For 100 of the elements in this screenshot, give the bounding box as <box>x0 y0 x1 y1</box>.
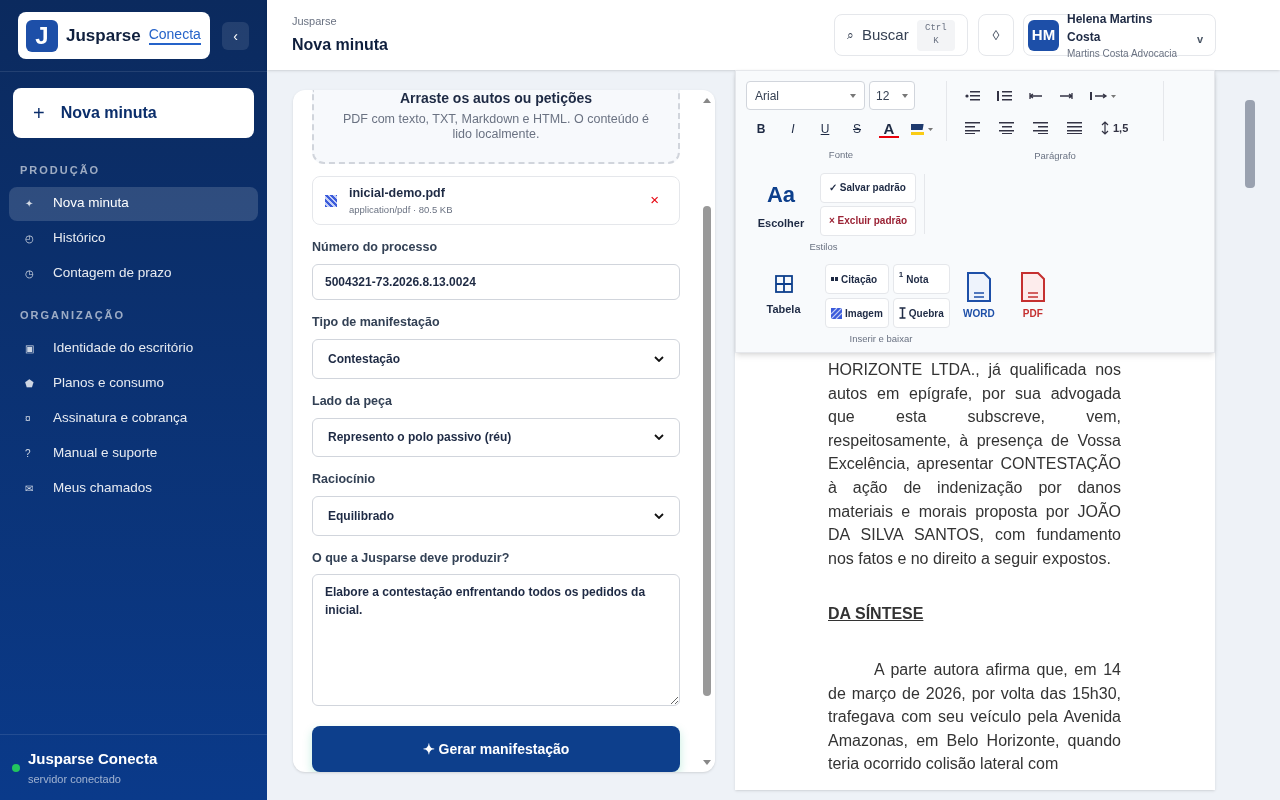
page-title: Nova minuta <box>292 35 389 56</box>
chevron-icon <box>654 355 664 362</box>
file-icon <box>325 194 337 207</box>
delete-default-button[interactable]: × Excluir padrão <box>820 205 917 236</box>
insert-button[interactable]: 1 Nota <box>892 264 950 294</box>
collapse-button[interactable]: ‹ <box>222 21 249 50</box>
file-meta: application/pdf · 80.5 KB <box>349 202 454 217</box>
indent-icon <box>1059 90 1073 101</box>
nav-icon: ¤ <box>25 410 37 426</box>
scrollbar-thumb[interactable] <box>703 206 711 696</box>
export-button[interactable]: WORD <box>953 271 1004 321</box>
caret-icon: v <box>1196 30 1203 48</box>
status-title: Jusparse Conecta <box>28 749 158 769</box>
group-label: Fonte <box>827 148 855 162</box>
format-button[interactable]: A <box>879 120 899 138</box>
brand-suffix: Conecta <box>148 25 201 46</box>
insert-button[interactable]: Citação <box>825 264 889 294</box>
group-label: Estilos <box>808 239 839 254</box>
theme-button[interactable]: ◊ <box>978 14 1014 56</box>
caret-icon <box>850 93 856 98</box>
group-label: Inserir e baixar <box>848 332 914 346</box>
drop-zone-title: Arraste os autos ou petições <box>399 90 593 108</box>
format-button[interactable]: I <box>783 120 803 138</box>
nav-item[interactable]: ✉ Meus chamados <box>9 471 258 505</box>
nav-icon: ? <box>25 445 37 461</box>
document-icon <box>1019 271 1046 302</box>
nav-item[interactable]: ◴ Histórico <box>9 221 258 256</box>
save-default-button[interactable]: ✓ Salvar padrão <box>820 172 917 203</box>
plus-icon: + <box>33 99 45 127</box>
insert-button[interactable]: Imagem <box>825 298 889 328</box>
section-heading: ORGANIZAÇÃO <box>19 307 127 323</box>
remove-file-button[interactable]: × <box>650 189 659 212</box>
format-button[interactable]: U <box>815 120 835 138</box>
nav-icon: ◴ <box>25 231 37 246</box>
choose-style-button[interactable]: Aa Escolher <box>746 177 816 231</box>
outdent-icon <box>1029 90 1043 101</box>
insert-button[interactable]: Quebra <box>892 298 950 328</box>
prompt-textarea[interactable]: Elabore a contestação enfrentando todos os pedidos da inicial. <box>312 574 680 707</box>
scroll-up-icon[interactable] <box>703 98 711 103</box>
image-icon <box>831 307 842 319</box>
line-spacing-button[interactable]: 1,5 <box>1101 120 1129 137</box>
select-field[interactable]: Represento o polo passivo (réu) <box>312 417 680 458</box>
document-paragraph: HORIZONTE LTDA., já qualificada nos autos em epígrafe, por sua advogada que esta subscreve, vem, respeitosamente, à presença de Vossa Excelência, apresentar CONTESTAÇÃO à ação de indenização por danos materiais e morais proposta por JOÃO DA SILVA SANTOS, com fundamento nos fatos e no direito a seguir expostos. <box>828 360 1121 569</box>
new-draft-button[interactable]: + Nova minuta <box>13 88 254 138</box>
document-icon <box>965 271 992 302</box>
format-button[interactable]: B <box>751 120 771 138</box>
superscript-marker: 1 <box>898 269 904 281</box>
chevron-icon <box>654 434 664 441</box>
search-icon: ⌕ <box>847 27 854 43</box>
highlight-icon <box>911 122 933 136</box>
search-button[interactable]: ⌕ Buscar Ctrl K <box>834 14 968 56</box>
nav-item[interactable]: ✦ Nova minuta <box>9 186 258 221</box>
nav-icon: ✦ <box>25 196 37 211</box>
user-avatar: HM <box>1028 19 1059 51</box>
page-scrollbar[interactable] <box>1245 100 1255 188</box>
numbered-list-icon <box>997 89 1013 102</box>
nav-icon: ✉ <box>25 480 37 496</box>
select-field[interactable]: Contestação <box>312 339 680 379</box>
format-button[interactable]: S <box>847 120 867 138</box>
align-right-icon <box>1033 122 1049 135</box>
field-label: Raciocínio <box>312 471 377 489</box>
section-heading: DA SÍNTESE <box>828 603 925 625</box>
bullet-list-icon <box>965 89 981 102</box>
drop-zone-hint: PDF com texto, TXT, Markdown e HTML. O conteúdo é lido localmente. <box>341 111 651 143</box>
group-label: Parágrafo <box>1033 148 1077 163</box>
field-label: Lado da peça <box>312 392 393 410</box>
section-heading: PRODUÇÃO <box>19 163 102 178</box>
export-button[interactable]: PDF <box>1007 271 1058 321</box>
nav-item[interactable]: ¤ Assinatura e cobrança <box>9 401 258 435</box>
drop-zone[interactable]: Arraste os autos ou petições PDF com texto, TXT, Markdown e HTML. O conteúdo é lido localmente. <box>312 90 680 165</box>
generate-button[interactable]: ✦ Gerar manifestação <box>312 726 680 772</box>
table-button[interactable]: Tabela <box>746 274 821 318</box>
nav-item[interactable]: ? Manual e suporte <box>9 436 258 470</box>
status-text: servidor conectado <box>28 771 122 787</box>
nav-icon: ◷ <box>25 266 37 281</box>
chevron-icon <box>654 512 664 519</box>
nav-item[interactable]: ⬟ Planos e consumo <box>9 366 258 400</box>
field-label: O que a Jusparse deve produzir? <box>312 549 511 567</box>
field-label: Tipo de manifestação <box>312 314 441 332</box>
file-name: inicial-demo.pdf <box>349 185 446 203</box>
nav-item[interactable]: ◷ Contagem de prazo <box>9 256 258 291</box>
font-select[interactable]: Arial <box>746 81 865 110</box>
caret-icon <box>902 93 908 98</box>
page-break-icon <box>898 307 906 319</box>
style-icon: Aa <box>766 177 796 211</box>
field-label: Número do processo <box>312 238 439 256</box>
nav-icon: ⬟ <box>25 375 37 391</box>
scroll-down-icon[interactable] <box>703 760 711 765</box>
select-field[interactable]: Equilibrado <box>312 496 680 536</box>
justify-icon <box>1067 122 1083 135</box>
brand-name: Jusparse <box>66 24 141 47</box>
nav-item[interactable]: ▣ Identidade do escritório <box>9 331 258 365</box>
breadcrumb: Jusparse <box>292 13 338 29</box>
text-field[interactable]: 5004321-73.2026.8.13.0024 <box>312 263 680 301</box>
align-left-icon <box>965 122 981 135</box>
logo-icon: J <box>26 19 58 52</box>
nav-icon: ▣ <box>25 340 37 356</box>
user-menu[interactable]: HM Helena Martins Costa Martins Costa Advocacia v <box>1023 14 1216 56</box>
shortcut-badge: Ctrl K <box>916 19 955 51</box>
font-size-select[interactable]: 12 <box>869 81 915 110</box>
